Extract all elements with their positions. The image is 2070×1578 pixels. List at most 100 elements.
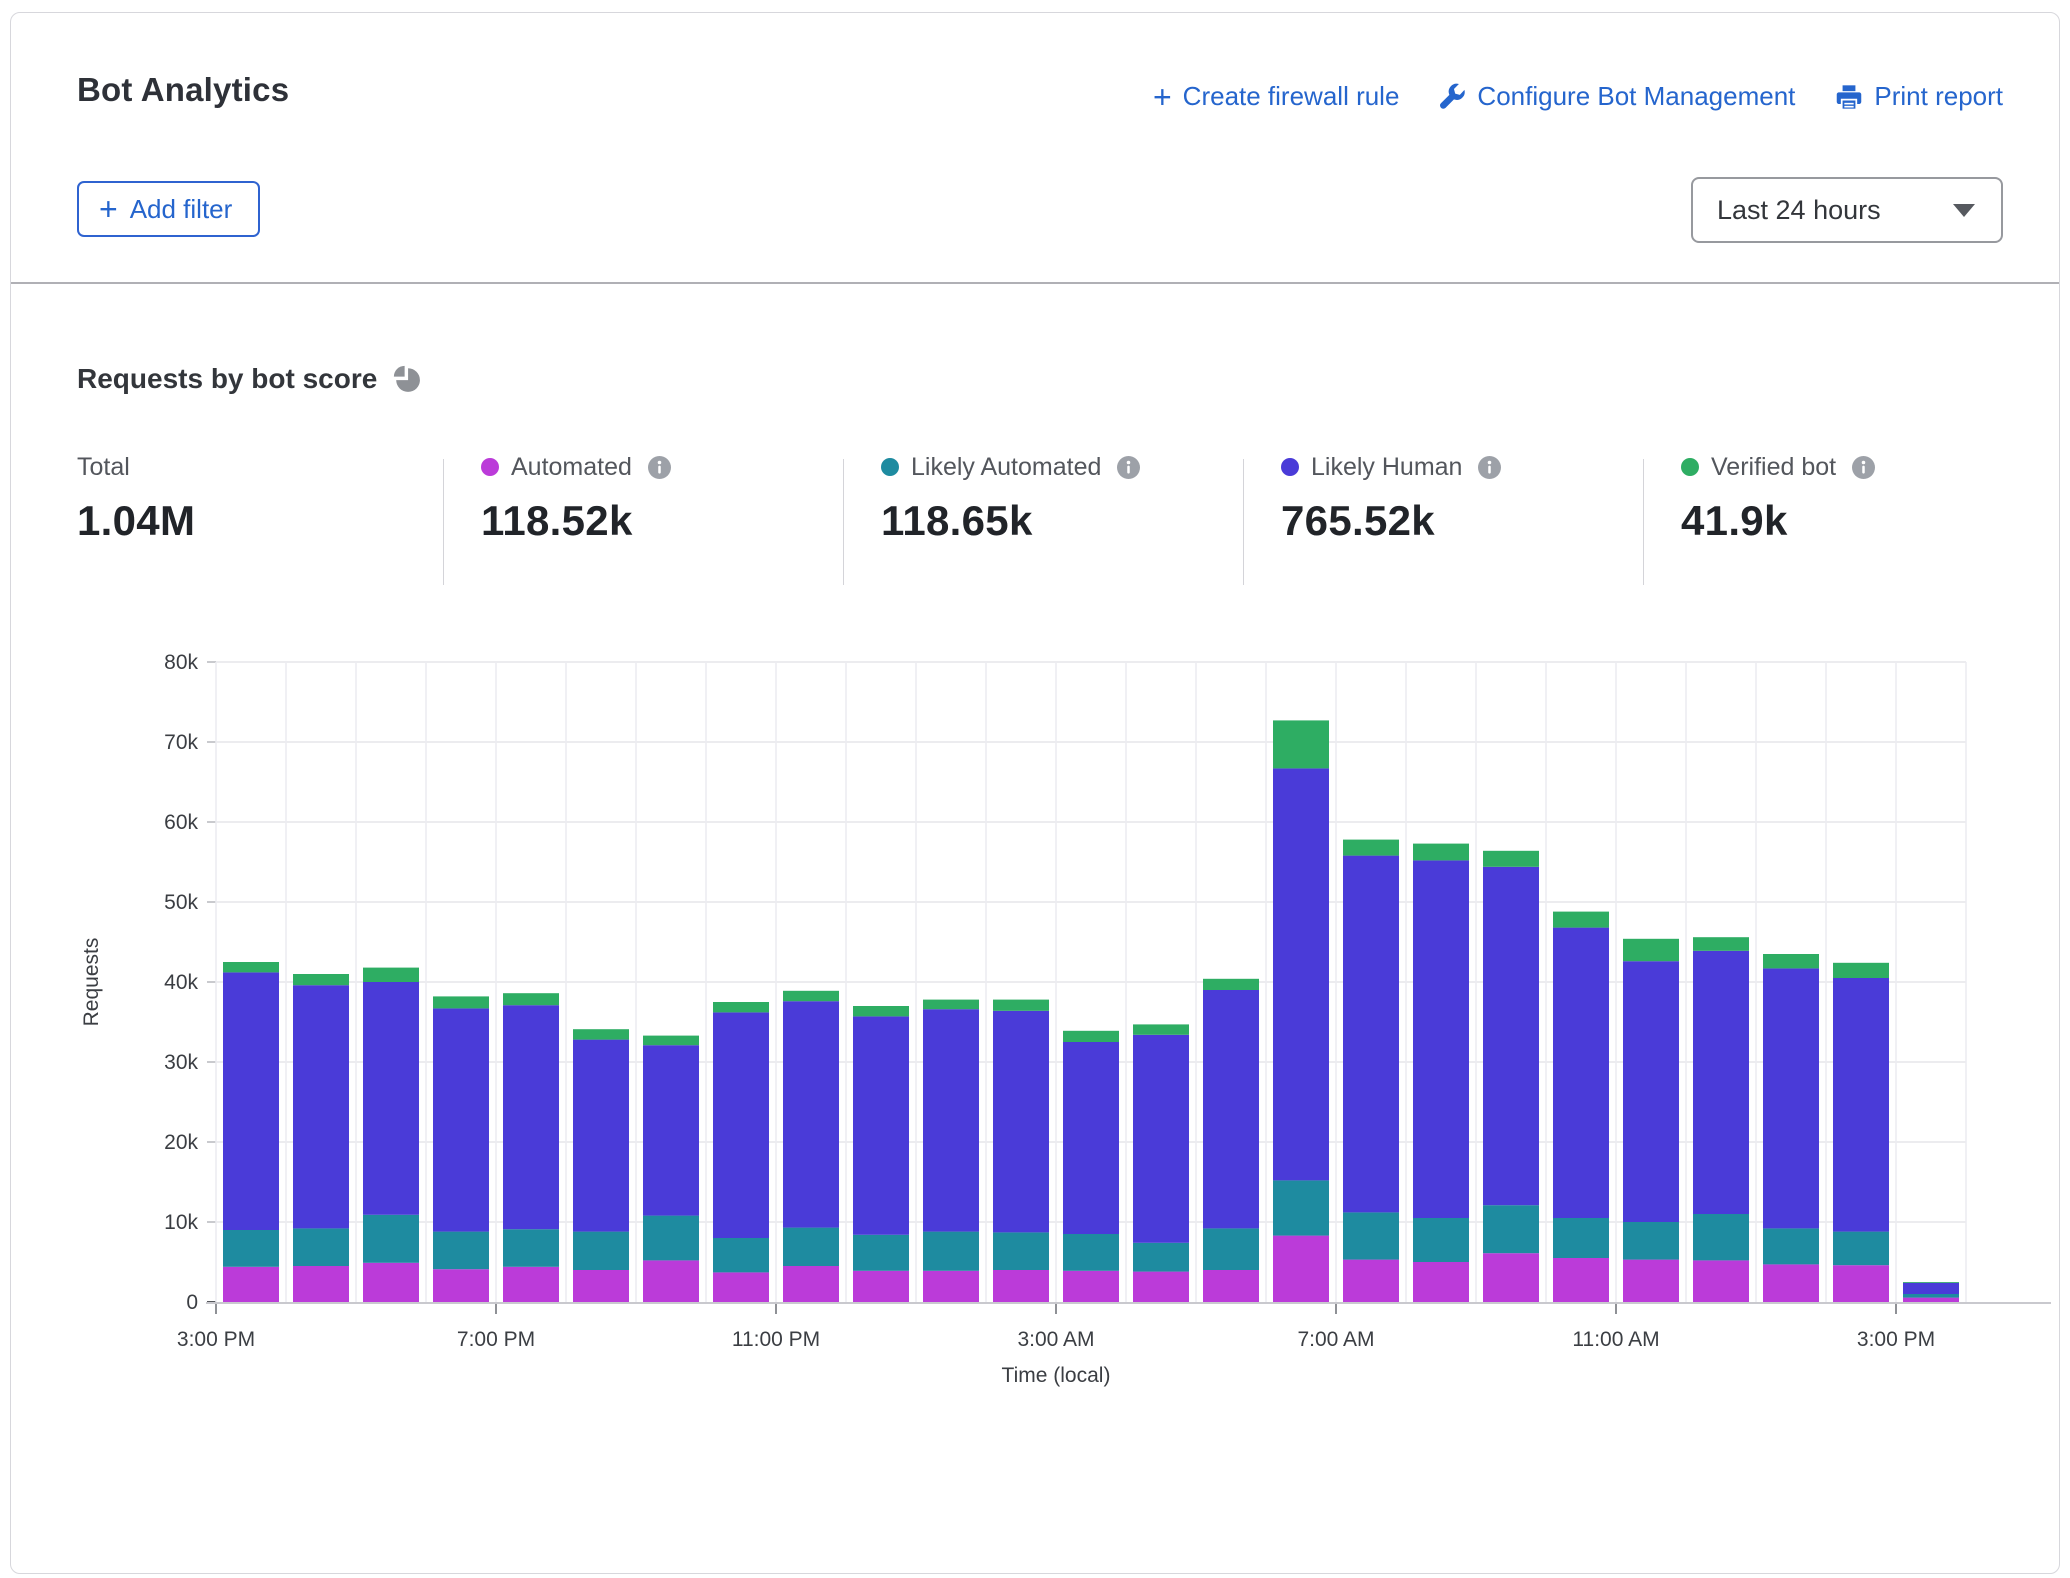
bar-segment-likely-automated[interactable]	[853, 1235, 909, 1271]
bar-segment-likely-automated[interactable]	[783, 1228, 839, 1266]
bar-segment-likely-human[interactable]	[1833, 978, 1889, 1232]
bar-segment-automated[interactable]	[643, 1260, 699, 1302]
bar-segment-automated[interactable]	[1553, 1258, 1609, 1302]
configure-bot-management-link[interactable]: Configure Bot Management	[1439, 81, 1795, 112]
bar-segment-verified-bot[interactable]	[1553, 912, 1609, 928]
bar-segment-automated[interactable]	[1413, 1262, 1469, 1302]
bar-segment-likely-human[interactable]	[293, 985, 349, 1228]
bar-segment-automated[interactable]	[1763, 1264, 1819, 1302]
bar-segment-likely-automated[interactable]	[1343, 1212, 1399, 1259]
bar-segment-likely-automated[interactable]	[1483, 1205, 1539, 1253]
bar-segment-likely-automated[interactable]	[1623, 1222, 1679, 1260]
bar-segment-likely-automated[interactable]	[1273, 1180, 1329, 1235]
bar-segment-automated[interactable]	[1273, 1236, 1329, 1302]
bar-segment-likely-human[interactable]	[1903, 1283, 1959, 1294]
bar-segment-likely-automated[interactable]	[1063, 1234, 1119, 1271]
bar-segment-likely-human[interactable]	[1693, 951, 1749, 1214]
bar-segment-likely-human[interactable]	[1763, 968, 1819, 1228]
bar-segment-likely-automated[interactable]	[993, 1232, 1049, 1270]
bar-segment-likely-human[interactable]	[1413, 860, 1469, 1218]
bar-segment-verified-bot[interactable]	[1343, 840, 1399, 856]
bar-segment-likely-automated[interactable]	[1413, 1218, 1469, 1262]
bar-segment-likely-human[interactable]	[503, 1005, 559, 1229]
bar-segment-automated[interactable]	[1133, 1272, 1189, 1302]
bar-segment-likely-automated[interactable]	[1133, 1243, 1189, 1272]
bar-segment-automated[interactable]	[1903, 1298, 1959, 1302]
bar-segment-likely-human[interactable]	[363, 982, 419, 1215]
bar-segment-automated[interactable]	[1343, 1260, 1399, 1302]
bar-segment-likely-automated[interactable]	[713, 1238, 769, 1272]
bar-segment-verified-bot[interactable]	[1063, 1031, 1119, 1042]
bars[interactable]	[223, 720, 1959, 1302]
bar-segment-likely-human[interactable]	[1553, 928, 1609, 1218]
info-icon[interactable]	[1478, 456, 1501, 479]
bar-segment-automated[interactable]	[1833, 1265, 1889, 1302]
bar-segment-likely-automated[interactable]	[293, 1228, 349, 1266]
bar-segment-verified-bot[interactable]	[223, 962, 279, 972]
bar-segment-verified-bot[interactable]	[1763, 954, 1819, 968]
add-filter-button[interactable]: + Add filter	[77, 181, 260, 237]
bar-segment-likely-human[interactable]	[993, 1011, 1049, 1233]
bar-segment-likely-human[interactable]	[713, 1012, 769, 1238]
bar-segment-verified-bot[interactable]	[643, 1036, 699, 1046]
bar-segment-likely-human[interactable]	[853, 1016, 909, 1234]
bar-segment-automated[interactable]	[1063, 1271, 1119, 1302]
bar-segment-likely-automated[interactable]	[1903, 1294, 1959, 1298]
bar-segment-automated[interactable]	[293, 1266, 349, 1302]
bar-segment-verified-bot[interactable]	[573, 1029, 629, 1039]
bar-segment-verified-bot[interactable]	[1623, 939, 1679, 961]
bar-segment-likely-human[interactable]	[1133, 1035, 1189, 1243]
bar-segment-verified-bot[interactable]	[363, 968, 419, 982]
bar-segment-verified-bot[interactable]	[1413, 844, 1469, 861]
bar-segment-likely-human[interactable]	[223, 972, 279, 1230]
chart-canvas[interactable]: 010k20k30k40k50k60k70k80k3:00 PM7:00 PM1…	[11, 13, 2061, 1573]
bar-segment-likely-human[interactable]	[783, 1001, 839, 1227]
bar-segment-likely-automated[interactable]	[573, 1232, 629, 1270]
bar-segment-verified-bot[interactable]	[1483, 851, 1539, 867]
bar-segment-verified-bot[interactable]	[1693, 937, 1749, 951]
bar-segment-verified-bot[interactable]	[993, 1000, 1049, 1011]
requests-by-bot-score-chart[interactable]: 010k20k30k40k50k60k70k80k3:00 PM7:00 PM1…	[11, 13, 2061, 1573]
bar-segment-automated[interactable]	[363, 1263, 419, 1302]
bar-segment-likely-automated[interactable]	[1693, 1214, 1749, 1260]
create-firewall-rule-link[interactable]: + Create firewall rule	[1153, 81, 1399, 112]
bar-segment-likely-automated[interactable]	[433, 1232, 489, 1270]
time-range-dropdown[interactable]: Last 24 hours	[1691, 177, 2003, 243]
bar-segment-automated[interactable]	[713, 1272, 769, 1302]
bar-segment-verified-bot[interactable]	[713, 1002, 769, 1012]
bar-segment-automated[interactable]	[433, 1269, 489, 1302]
bar-segment-automated[interactable]	[783, 1266, 839, 1302]
bar-segment-likely-human[interactable]	[1203, 990, 1259, 1228]
info-icon[interactable]	[1852, 456, 1875, 479]
bar-segment-likely-human[interactable]	[1063, 1042, 1119, 1234]
bar-segment-verified-bot[interactable]	[433, 996, 489, 1008]
bar-segment-verified-bot[interactable]	[293, 974, 349, 985]
bar-segment-automated[interactable]	[1483, 1253, 1539, 1302]
print-report-link[interactable]: Print report	[1835, 81, 2003, 112]
bar-segment-automated[interactable]	[853, 1271, 909, 1302]
bar-segment-automated[interactable]	[1693, 1260, 1749, 1302]
bar-segment-likely-human[interactable]	[1343, 856, 1399, 1213]
bar-segment-likely-human[interactable]	[923, 1009, 979, 1231]
bar-segment-verified-bot[interactable]	[853, 1006, 909, 1016]
bar-segment-likely-automated[interactable]	[643, 1216, 699, 1261]
bar-segment-verified-bot[interactable]	[783, 991, 839, 1001]
bar-segment-verified-bot[interactable]	[503, 993, 559, 1005]
bar-segment-likely-human[interactable]	[433, 1008, 489, 1231]
bar-segment-likely-automated[interactable]	[363, 1215, 419, 1263]
bar-segment-automated[interactable]	[1623, 1260, 1679, 1302]
bar-segment-automated[interactable]	[923, 1271, 979, 1302]
bar-segment-likely-automated[interactable]	[1203, 1228, 1259, 1270]
bar-segment-likely-automated[interactable]	[223, 1230, 279, 1267]
bar-segment-automated[interactable]	[503, 1267, 559, 1302]
info-icon[interactable]	[648, 456, 671, 479]
bar-segment-automated[interactable]	[223, 1267, 279, 1302]
bar-segment-verified-bot[interactable]	[923, 1000, 979, 1010]
bar-segment-likely-human[interactable]	[573, 1040, 629, 1232]
bar-segment-likely-automated[interactable]	[923, 1232, 979, 1271]
bar-segment-verified-bot[interactable]	[1273, 720, 1329, 768]
bar-segment-automated[interactable]	[1203, 1270, 1259, 1302]
bar-segment-likely-human[interactable]	[1273, 768, 1329, 1180]
bar-segment-likely-automated[interactable]	[1833, 1232, 1889, 1266]
bar-segment-verified-bot[interactable]	[1903, 1282, 1959, 1283]
